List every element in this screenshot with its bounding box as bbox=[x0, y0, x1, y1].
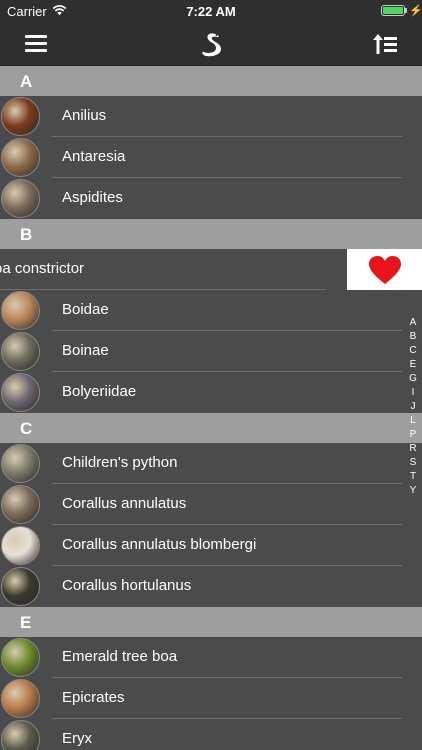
index-letter[interactable]: L bbox=[404, 414, 422, 428]
list-item-label: Anilius bbox=[62, 107, 107, 124]
section-header-a: A bbox=[0, 66, 422, 96]
index-letter[interactable]: J bbox=[404, 400, 422, 414]
section-index[interactable]: A B C E G I J L P R S T Y bbox=[404, 316, 422, 498]
species-list[interactable]: A Anilius Antaresia Aspidites B oa const… bbox=[0, 66, 422, 750]
heart-icon bbox=[368, 255, 401, 284]
list-item-label: Emerald tree boa bbox=[62, 648, 178, 665]
snake-thumbnail bbox=[1, 638, 40, 677]
list-item-swiped[interactable]: oa constrictor bbox=[0, 249, 422, 290]
index-letter[interactable]: P bbox=[404, 428, 422, 442]
clock: 7:22 AM bbox=[186, 4, 236, 19]
snake-thumbnail bbox=[1, 526, 40, 565]
list-item-label: Corallus hortulanus bbox=[62, 577, 192, 594]
snake-logo-icon bbox=[202, 33, 221, 57]
snake-thumbnail bbox=[1, 444, 40, 483]
sort-icon[interactable] bbox=[372, 32, 398, 56]
index-letter[interactable]: Y bbox=[404, 484, 422, 498]
list-item-label: Children's python bbox=[62, 454, 178, 471]
list-item-label: Bolyeriidae bbox=[62, 383, 137, 400]
list-item[interactable]: Antaresia bbox=[0, 137, 422, 178]
charging-icon: ⚡ bbox=[409, 5, 422, 17]
snake-thumbnail bbox=[1, 179, 40, 218]
list-item-label: oa constrictor bbox=[0, 260, 85, 277]
list-item[interactable]: Children's python bbox=[0, 443, 422, 484]
battery-icon bbox=[381, 5, 405, 16]
snake-thumbnail bbox=[1, 332, 40, 371]
index-letter[interactable]: R bbox=[404, 442, 422, 456]
snake-thumbnail bbox=[1, 679, 40, 718]
index-letter[interactable]: A bbox=[404, 316, 422, 330]
index-letter[interactable]: S bbox=[404, 456, 422, 470]
snake-thumbnail bbox=[1, 373, 40, 412]
list-item[interactable]: Boidae bbox=[0, 290, 422, 331]
index-letter[interactable]: G bbox=[404, 372, 422, 386]
snake-thumbnail bbox=[1, 291, 40, 330]
hamburger-menu-icon[interactable] bbox=[25, 35, 47, 52]
list-item[interactable]: Emerald tree boa bbox=[0, 637, 422, 678]
list-item-label: Aspidites bbox=[62, 189, 123, 206]
list-item-label: Epicrates bbox=[62, 689, 125, 706]
battery-nub bbox=[405, 8, 407, 13]
list-item-label: Antaresia bbox=[62, 148, 126, 165]
list-item[interactable]: Corallus annulatus blombergi bbox=[0, 525, 422, 566]
list-item[interactable]: Bolyeriidae bbox=[0, 372, 422, 413]
list-item[interactable]: Corallus hortulanus bbox=[0, 566, 422, 607]
snake-thumbnail bbox=[1, 720, 40, 750]
index-letter[interactable]: I bbox=[404, 386, 422, 400]
section-header-c: C bbox=[0, 413, 422, 443]
list-item[interactable]: Epicrates bbox=[0, 678, 422, 719]
snake-thumbnail bbox=[1, 138, 40, 177]
index-letter[interactable]: B bbox=[404, 330, 422, 344]
list-item-label: Corallus annulatus blombergi bbox=[62, 536, 257, 553]
list-item-label: Eryx bbox=[62, 730, 92, 747]
snake-thumbnail bbox=[1, 485, 40, 524]
list-item-label: Boinae bbox=[62, 342, 109, 359]
index-letter[interactable]: T bbox=[404, 470, 422, 484]
list-item[interactable]: Aspidites bbox=[0, 178, 422, 219]
favorite-button[interactable] bbox=[347, 249, 422, 290]
list-item[interactable]: Boinae bbox=[0, 331, 422, 372]
snake-thumbnail bbox=[1, 567, 40, 606]
list-item[interactable]: Corallus annulatus bbox=[0, 484, 422, 525]
list-item-label: Corallus annulatus bbox=[62, 495, 187, 512]
section-header-e: E bbox=[0, 607, 422, 637]
status-bar: Carrier 7:22 AM ⚡ bbox=[0, 0, 422, 22]
list-item[interactable]: Eryx bbox=[0, 719, 422, 750]
section-header-b: B bbox=[0, 219, 422, 249]
snake-thumbnail bbox=[1, 97, 40, 136]
nav-bar bbox=[0, 22, 422, 66]
list-item-label: Boidae bbox=[62, 301, 109, 318]
index-letter[interactable]: E bbox=[404, 358, 422, 372]
list-item[interactable]: Anilius bbox=[0, 96, 422, 137]
index-letter[interactable]: C bbox=[404, 344, 422, 358]
